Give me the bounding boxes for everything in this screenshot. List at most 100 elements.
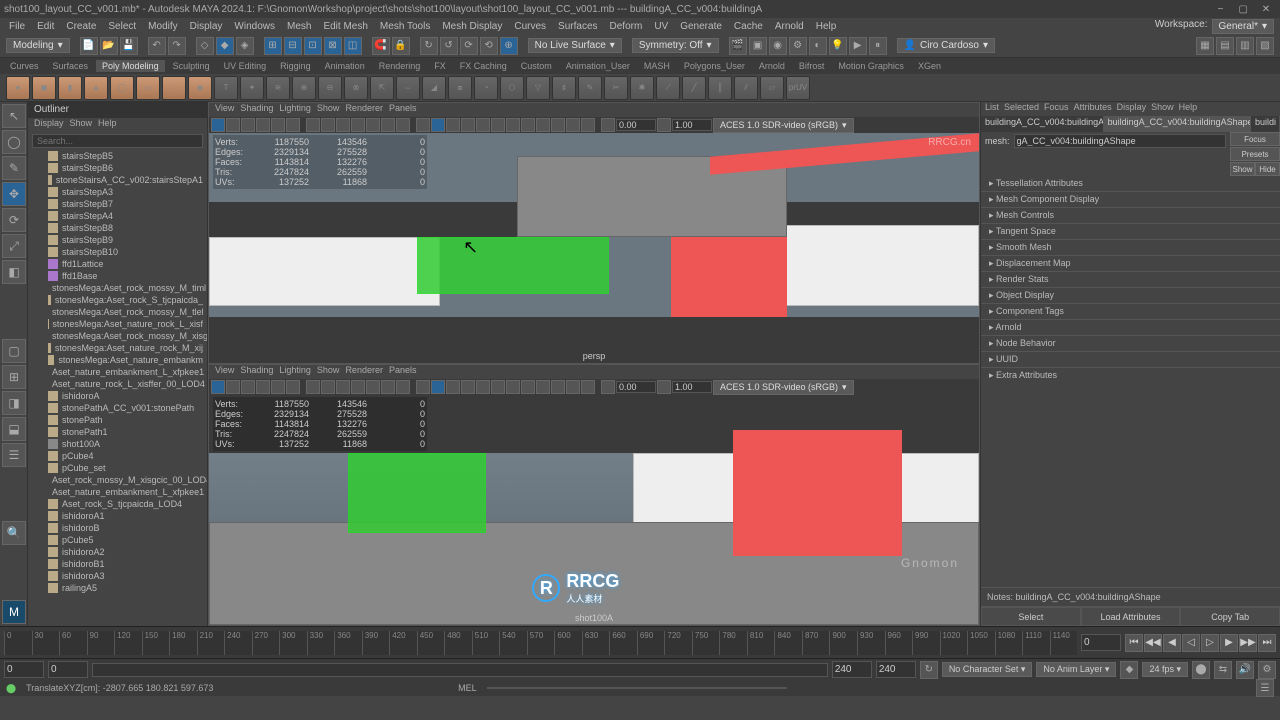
- vp-safe-action-icon[interactable]: [381, 118, 395, 132]
- quad-draw-icon[interactable]: ✎: [578, 76, 602, 100]
- current-time-field[interactable]: [1081, 634, 1121, 651]
- tab-curves[interactable]: Curves: [4, 60, 45, 72]
- vp2-lights-icon[interactable]: [461, 380, 475, 394]
- vp-ao-icon[interactable]: [491, 118, 505, 132]
- vp2-menu-shading[interactable]: Shading: [240, 365, 273, 379]
- menu-display[interactable]: Display: [187, 21, 226, 32]
- step-back-key-icon[interactable]: ◀◀: [1144, 634, 1162, 652]
- vp2-bookmark-icon[interactable]: [241, 380, 255, 394]
- scale-tool[interactable]: ⤢: [2, 234, 26, 258]
- vp2-safe-action-icon[interactable]: [381, 380, 395, 394]
- minimize-button[interactable]: −: [1210, 4, 1230, 15]
- vp-wireframe-icon[interactable]: [416, 118, 430, 132]
- history-icon[interactable]: ↻: [420, 37, 438, 55]
- bridge-icon[interactable]: ⇔: [396, 76, 420, 100]
- attr-menu-selected[interactable]: Selected: [1004, 102, 1039, 116]
- attr-section[interactable]: Node Behavior: [981, 336, 1280, 352]
- outliner-search-input[interactable]: [32, 134, 203, 148]
- time-track[interactable]: 0306090120150180210240270300330360390420…: [4, 631, 1077, 655]
- two-pane-stack-icon[interactable]: ⬓: [2, 417, 26, 441]
- vp2-safe-title-icon[interactable]: [396, 380, 410, 394]
- two-pane-side-icon[interactable]: ◨: [2, 391, 26, 415]
- vp2-resolution-gate-icon[interactable]: [336, 380, 350, 394]
- attr-tab-more[interactable]: buildi: [1251, 116, 1280, 132]
- vp-image-plane-icon[interactable]: [256, 118, 270, 132]
- vp2-isolate-icon[interactable]: [551, 380, 565, 394]
- attr-menu-help[interactable]: Help: [1179, 102, 1198, 116]
- outliner-item[interactable]: Aset_nature_rock_L_xisffer_00_LOD4: [28, 378, 207, 390]
- loop-icon[interactable]: ↻: [920, 661, 938, 679]
- outliner-item[interactable]: stonesMega:Aset_rock_mossy_M_xisg: [28, 330, 207, 342]
- symmetry-dropdown[interactable]: Symmetry: Off ▾: [632, 38, 719, 53]
- character-set-dropdown[interactable]: No Character Set ▾: [942, 662, 1033, 677]
- vp2-menu-view[interactable]: View: [215, 365, 234, 379]
- vp-menu-view[interactable]: View: [215, 103, 234, 117]
- retopo-icon[interactable]: ⬡: [500, 76, 524, 100]
- menu-create[interactable]: Create: [63, 21, 99, 32]
- attr-section[interactable]: Tessellation Attributes: [981, 176, 1280, 192]
- attr-menu-focus[interactable]: Focus: [1044, 102, 1069, 116]
- vp-grid-icon[interactable]: [306, 118, 320, 132]
- tab-rendering[interactable]: Rendering: [373, 60, 427, 72]
- tab-surfaces[interactable]: Surfaces: [47, 60, 95, 72]
- vp-exposure-icon[interactable]: [601, 118, 615, 132]
- vp2-grid-icon[interactable]: [306, 380, 320, 394]
- menu-arnold[interactable]: Arnold: [772, 21, 807, 32]
- boolean-icon[interactable]: ⊗: [344, 76, 368, 100]
- vp-select-camera-icon[interactable]: [211, 118, 225, 132]
- poly-sphere-icon[interactable]: ●: [6, 76, 30, 100]
- tab-animation-user[interactable]: Animation_User: [560, 60, 636, 72]
- anim-layer-dropdown[interactable]: No Anim Layer ▾: [1036, 662, 1116, 677]
- outliner-item[interactable]: ishidoroA1: [28, 510, 207, 522]
- range-out-field[interactable]: [832, 661, 872, 678]
- move-tool[interactable]: ✥: [2, 182, 26, 206]
- mirror-icon[interactable]: ⧈: [448, 76, 472, 100]
- goto-end-icon[interactable]: ⏭: [1258, 634, 1276, 652]
- outliner-item[interactable]: shot100A: [28, 438, 207, 450]
- vp-gate-mask-icon[interactable]: [351, 118, 365, 132]
- vp-textured-icon[interactable]: [446, 118, 460, 132]
- history-4-icon[interactable]: ⟲: [480, 37, 498, 55]
- menu-edit[interactable]: Edit: [34, 21, 57, 32]
- sync-icon[interactable]: ⇆: [1214, 661, 1232, 679]
- vp2-menu-renderer[interactable]: Renderer: [345, 365, 383, 379]
- mode-dropdown[interactable]: Modeling ▾: [6, 38, 70, 53]
- search-icon[interactable]: 🔍: [2, 521, 26, 545]
- lock-icon[interactable]: 🔒: [392, 37, 410, 55]
- outliner-item[interactable]: stairsStepB9: [28, 234, 207, 246]
- reduce-icon[interactable]: ▽: [526, 76, 550, 100]
- outliner-item[interactable]: railingA5: [28, 582, 207, 594]
- layout-1-icon[interactable]: ▦: [1196, 37, 1214, 55]
- render-icon[interactable]: 🎬: [729, 37, 747, 55]
- attr-section[interactable]: Smooth Mesh: [981, 240, 1280, 256]
- snap-plane-icon[interactable]: ⊠: [324, 37, 342, 55]
- vp2-camera-attr-icon[interactable]: [226, 380, 240, 394]
- outliner-item[interactable]: stairsStepB5: [28, 150, 207, 162]
- new-scene-icon[interactable]: 📄: [80, 37, 98, 55]
- tab-rigging[interactable]: Rigging: [274, 60, 317, 72]
- menu-mesh-tools[interactable]: Mesh Tools: [377, 21, 433, 32]
- vp2-ao-icon[interactable]: [491, 380, 505, 394]
- vp2-aa-icon[interactable]: [521, 380, 535, 394]
- snap-view-icon[interactable]: ◫: [344, 37, 362, 55]
- layout-2-icon[interactable]: ▤: [1216, 37, 1234, 55]
- fps-dropdown[interactable]: 24 fps ▾: [1142, 662, 1188, 677]
- attr-section[interactable]: Displacement Map: [981, 256, 1280, 272]
- attr-section[interactable]: Object Display: [981, 288, 1280, 304]
- svg-icon[interactable]: ✦: [240, 76, 264, 100]
- snap-grid-icon[interactable]: ⊞: [264, 37, 282, 55]
- attr-section[interactable]: Mesh Component Display: [981, 192, 1280, 208]
- vp-gamma-icon[interactable]: [657, 118, 671, 132]
- separate-icon[interactable]: ⊖: [318, 76, 342, 100]
- vp-gamma-field[interactable]: [672, 119, 712, 131]
- vp-grease-icon[interactable]: [286, 118, 300, 132]
- outliner-item[interactable]: Aset_nature_embankment_L_xfpkee1: [28, 486, 207, 498]
- menu-generate[interactable]: Generate: [677, 21, 725, 32]
- single-pane-icon[interactable]: ▢: [2, 339, 26, 363]
- attr-tab-shape[interactable]: buildingA_CC_v004:buildingAShape: [1104, 116, 1251, 132]
- outliner-item[interactable]: ishidoroB1: [28, 558, 207, 570]
- paint-select-tool[interactable]: ✎: [2, 156, 26, 180]
- menu-mesh-display[interactable]: Mesh Display: [439, 21, 505, 32]
- tab-animation[interactable]: Animation: [319, 60, 371, 72]
- presets-button[interactable]: Presets: [1230, 147, 1280, 161]
